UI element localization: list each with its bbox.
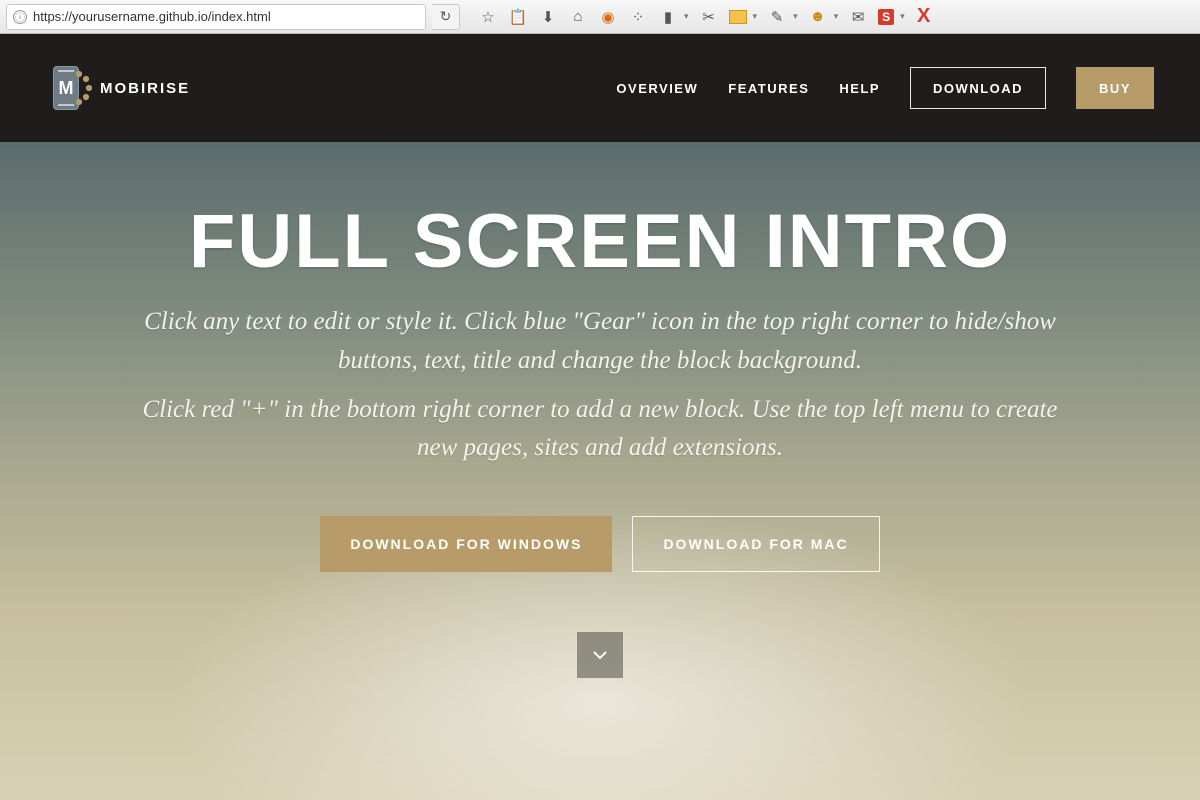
download-button[interactable]: DOWNLOAD — [910, 67, 1046, 109]
brand-logo-icon: M — [46, 64, 86, 112]
main-nav: OVERVIEW FEATURES HELP DOWNLOAD BUY — [616, 67, 1154, 109]
page: M MOBIRISE OVERVIEW FEATURES HELP DOWNLO… — [0, 34, 1200, 800]
download-mac-button[interactable]: DOWNLOAD FOR MAC — [632, 516, 879, 572]
browser-toolbar-icons: ☆ 📋 ⬇ ⌂ ◉ ⁘ ▮ ▾ ✂ ▾ ✎ ▾ ☻ ▾ ✉ S ▾ X — [478, 7, 933, 27]
scroll-down-button[interactable] — [577, 632, 623, 678]
brand-name: MOBIRISE — [100, 80, 190, 97]
home-icon[interactable]: ⌂ — [568, 7, 588, 27]
x-badge-icon[interactable]: X — [915, 8, 933, 26]
chevron-down-icon — [591, 646, 609, 664]
duckduckgo-icon[interactable]: ◉ — [598, 7, 618, 27]
browser-toolbar: ⓘ ↻ ☆ 📋 ⬇ ⌂ ◉ ⁘ ▮ ▾ ✂ ▾ ✎ ▾ ☻ ▾ ✉ S ▾ X — [0, 0, 1200, 34]
nav-overview[interactable]: OVERVIEW — [616, 81, 698, 96]
download-windows-button[interactable]: DOWNLOAD FOR WINDOWS — [320, 516, 612, 572]
sun-rays-icon — [76, 68, 98, 108]
url-input[interactable] — [33, 9, 419, 24]
face-icon[interactable]: ☻ — [808, 7, 828, 27]
reload-button[interactable]: ↻ — [432, 4, 460, 30]
buy-button[interactable]: BUY — [1076, 67, 1154, 109]
dropdown-icon[interactable]: ▾ — [753, 11, 758, 22]
dropdown-icon[interactable]: ▾ — [684, 11, 689, 22]
download-arrow-icon[interactable]: ⬇ — [538, 7, 558, 27]
hero-title[interactable]: FULL SCREEN INTRO — [189, 198, 1011, 285]
hero-buttons: DOWNLOAD FOR WINDOWS DOWNLOAD FOR MAC — [320, 516, 879, 572]
nav-features[interactable]: FEATURES — [728, 81, 809, 96]
bookmark-star-icon[interactable]: ☆ — [478, 7, 498, 27]
eyedropper-icon[interactable]: ✎ — [767, 7, 787, 27]
logo-letter: M — [59, 78, 74, 99]
dropdown-icon[interactable]: ▾ — [834, 11, 839, 22]
yellow-badge-icon[interactable] — [729, 10, 747, 24]
s-badge-icon[interactable]: S — [878, 9, 894, 25]
address-bar[interactable]: ⓘ — [6, 4, 426, 30]
hero-paragraph-1[interactable]: Click any text to edit or style it. Clic… — [120, 303, 1080, 381]
hero-section: FULL SCREEN INTRO Click any text to edit… — [0, 142, 1200, 800]
nav-help[interactable]: HELP — [839, 81, 880, 96]
dropdown-icon[interactable]: ▾ — [900, 11, 905, 22]
hero-paragraph-2[interactable]: Click red "+" in the bottom right corner… — [120, 391, 1080, 469]
scissors-icon[interactable]: ✂ — [699, 7, 719, 27]
site-info-icon[interactable]: ⓘ — [13, 10, 27, 24]
battery-icon[interactable]: ▮ — [658, 7, 678, 27]
color-dots-icon[interactable]: ⁘ — [628, 7, 648, 27]
site-header: M MOBIRISE OVERVIEW FEATURES HELP DOWNLO… — [0, 34, 1200, 142]
brand[interactable]: M MOBIRISE — [46, 64, 190, 112]
mail-icon[interactable]: ✉ — [848, 7, 868, 27]
dropdown-icon[interactable]: ▾ — [793, 11, 798, 22]
clipboard-icon[interactable]: 📋 — [508, 7, 528, 27]
